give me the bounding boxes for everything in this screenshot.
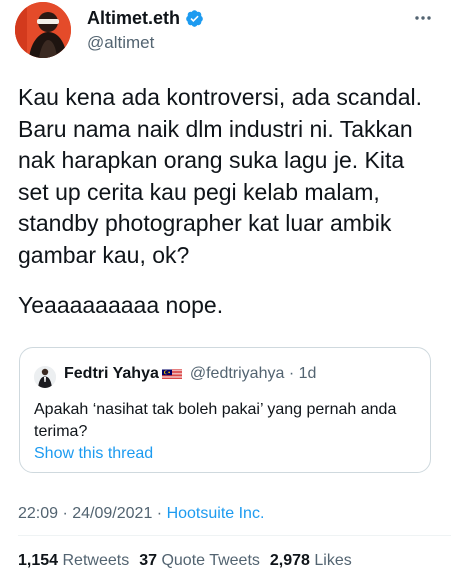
show-thread-link[interactable]: Show this thread (34, 445, 153, 463)
quoted-text: Apakah ‘nasihat tak boleh pakai’ yang pe… (34, 401, 397, 440)
avatar-image (15, 2, 71, 58)
tweet: Altimet.eth @altimet Kau kena ada kontro… (0, 0, 451, 580)
timestamp[interactable]: 22:09 · 24/09/2021 · (18, 505, 167, 522)
author-handle[interactable]: @altimet (87, 33, 154, 53)
likes-count: 2,978 (269, 552, 310, 569)
likes-label: Likes (314, 552, 352, 569)
retweets-stat[interactable]: 1,154 Retweets (18, 552, 129, 569)
tweet-source-link[interactable]: Hootsuite Inc. (167, 505, 265, 522)
quoted-author-name: Fedtri Yahya (64, 365, 159, 382)
retweets-count: 1,154 (18, 552, 59, 569)
quotes-label: Quote Tweets (161, 552, 260, 569)
likes-stat[interactable]: 2,978 Likes (270, 552, 352, 569)
tweet-text: Kau kena ada kontroversi, ada scandal. B… (18, 84, 423, 268)
avatar[interactable] (15, 2, 71, 58)
divider (18, 535, 451, 536)
quoted-handle-time: @fedtriyahya · 1d (189, 365, 317, 382)
quoted-avatar (34, 366, 56, 388)
malaysia-flag-icon (161, 369, 182, 379)
verified-badge-icon (186, 10, 203, 27)
quotes-count: 37 (139, 552, 157, 569)
engagement-stats: 1,154 Retweets 37 Quote Tweets 2,978 Likes (18, 552, 352, 570)
author-display-name[interactable]: Altimet.eth (87, 8, 180, 29)
tweet-meta: 22:09 · 24/09/2021 · Hootsuite Inc. (18, 505, 264, 523)
tweet-text-secondary: Yeaaaaaaaaa nope. (18, 292, 224, 318)
retweets-label: Retweets (62, 552, 130, 569)
quotes-stat[interactable]: 37 Quote Tweets (139, 552, 260, 569)
quoted-tweet[interactable]: Fedtri Yahya @fedtriyahya · 1d Apakah ‘n… (19, 347, 431, 473)
more-options-icon[interactable] (413, 8, 433, 31)
